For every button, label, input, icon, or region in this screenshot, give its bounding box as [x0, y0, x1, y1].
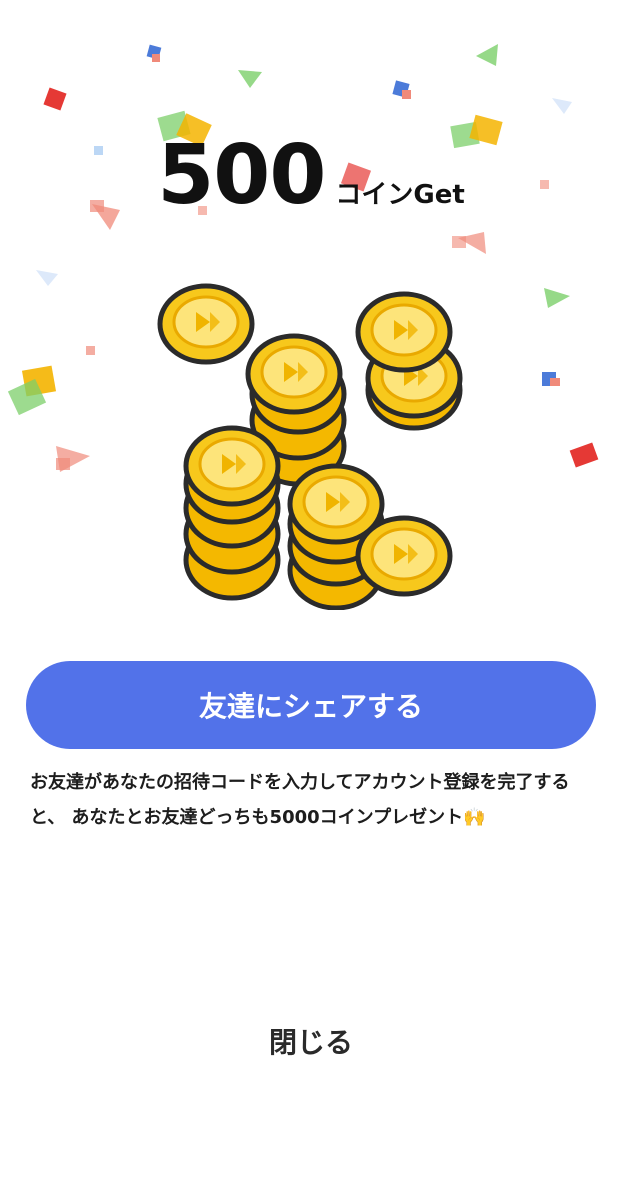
close-button[interactable]: 閉じる [211, 1010, 411, 1072]
gold-coin-stack-icon [150, 270, 470, 610]
invite-description: お友達があなたの招待コードを入力してアカウント登録を完了すると、 あなたとお友達… [30, 772, 570, 828]
reward-amount: 500 [157, 128, 326, 223]
share-with-friends-button[interactable]: 友達にシェアする [26, 661, 596, 749]
reward-unit: コインGet [335, 180, 465, 210]
reward-title: 500 コインGet [0, 128, 622, 223]
